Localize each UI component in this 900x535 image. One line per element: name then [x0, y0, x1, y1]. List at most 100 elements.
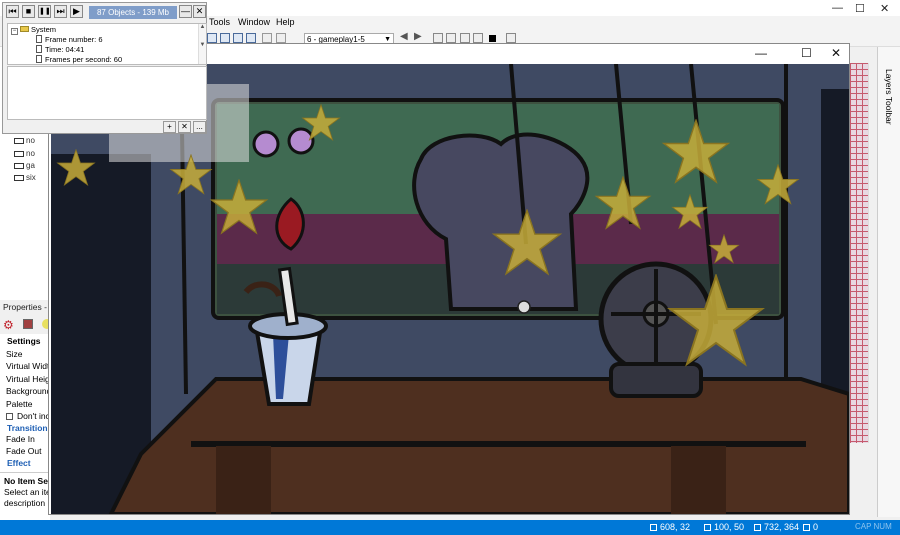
debugger-scrollbar[interactable]: ▲ ▼	[198, 24, 206, 64]
debugger-close-button[interactable]: ✕	[193, 5, 206, 18]
folder-icon	[20, 26, 29, 32]
prev-frame-icon[interactable]: ◀	[400, 31, 408, 42]
table-leg	[671, 446, 726, 514]
tree-item-label: ga	[26, 161, 35, 170]
status-size-value: 100, 50	[714, 522, 745, 532]
settings-icon[interactable]	[506, 33, 516, 43]
zoom-icon[interactable]	[262, 33, 272, 43]
collapse-icon[interactable]: −	[11, 28, 18, 35]
ide-minimize-button[interactable]: —	[832, 2, 843, 14]
debugger-window[interactable]: ⏮ ■ ❚❚ ⏭ ▶ 87 Objects - 139 Mb — ✕ − Syst…	[2, 2, 207, 134]
tree-row[interactable]: Frame number: 6	[36, 35, 103, 44]
count-icon	[803, 524, 810, 531]
statusbar: 608, 32 100, 50 732, 364 0 CAP NUM	[0, 520, 900, 535]
position-icon	[754, 524, 761, 531]
editor-grid	[850, 63, 868, 443]
prop-virtual-width[interactable]: Virtual Width	[6, 361, 50, 371]
status-cursor-value: 608, 32	[660, 522, 691, 532]
frame-icon[interactable]	[433, 33, 443, 43]
document-icon	[36, 55, 42, 63]
delete-button[interactable]: ✕	[178, 121, 191, 133]
tree-item[interactable]: ga	[14, 161, 35, 170]
pause-icon[interactable]: ❚❚	[38, 5, 51, 18]
prop-background[interactable]: Background	[6, 386, 50, 396]
tree-row[interactable]: Frames per second: 60	[36, 55, 122, 64]
tree-item-label: six	[26, 173, 36, 182]
status-position: 732, 364	[754, 522, 799, 532]
size-icon	[704, 524, 711, 531]
next-frame-icon[interactable]: ▶	[414, 31, 422, 42]
step-icon[interactable]: ⏭	[54, 5, 67, 18]
tree-item[interactable]: six	[14, 173, 36, 182]
list-view-icon[interactable]	[246, 33, 256, 43]
menu-window[interactable]: Window	[238, 17, 270, 27]
game-maximize-button[interactable]: ☐	[801, 46, 812, 60]
tree-row-label: Time: 04:41	[45, 45, 85, 54]
grid-view-icon[interactable]	[220, 33, 230, 43]
status-keys: CAP NUM	[855, 522, 892, 531]
tree-row[interactable]: Time: 04:41	[36, 45, 84, 54]
ide-close-button[interactable]: ✕	[880, 2, 889, 15]
frame-icon[interactable]	[446, 33, 456, 43]
no-item-title: No Item Selected	[4, 476, 50, 486]
more-button[interactable]: ...	[193, 121, 206, 133]
document-icon	[36, 35, 42, 43]
menu-tools[interactable]: Tools	[209, 17, 230, 27]
tree-root[interactable]: − System	[11, 25, 56, 35]
play-icon[interactable]: ▶	[70, 5, 83, 18]
frame-icon[interactable]	[473, 33, 483, 43]
grid-snap-icon[interactable]	[233, 33, 243, 43]
fan-base	[609, 362, 703, 398]
debugger-toolbar: ⏮ ■ ❚❚ ⏭ ▶ 87 Objects - 139 Mb — ✕	[3, 3, 206, 22]
add-button[interactable]: +	[163, 121, 176, 133]
tree-item[interactable]: no	[14, 136, 35, 145]
debugger-status: 87 Objects - 139 Mb	[89, 6, 177, 19]
color-icon[interactable]	[489, 35, 496, 42]
document-icon	[36, 45, 42, 53]
prop-dont-include[interactable]: Don't include	[6, 411, 50, 421]
events-icon[interactable]	[23, 319, 33, 329]
debugger-edit-area[interactable]	[7, 66, 207, 120]
tree-row-label: Frames per second: 60	[45, 55, 123, 64]
tree-item-label: no	[26, 149, 35, 158]
ide-maximize-button[interactable]: ☐	[855, 2, 865, 15]
debugger-tree: − System Frame number: 6 Time: 04:41 Fram…	[7, 23, 207, 65]
tree-row-label: Frame number: 6	[45, 35, 103, 44]
checkbox-icon[interactable]	[6, 413, 13, 420]
game-close-button[interactable]: ✕	[831, 46, 841, 60]
prop-virtual-height[interactable]: Virtual Height	[6, 374, 50, 384]
prop-fade-in[interactable]: Fade In	[6, 434, 35, 444]
glasses-lens	[287, 127, 315, 155]
table-leg	[216, 446, 271, 514]
debugger-minimize-button[interactable]: —	[179, 5, 192, 18]
status-position-value: 732, 364	[764, 522, 800, 532]
prop-settings: Settings	[7, 336, 41, 346]
cursor-icon	[650, 524, 657, 531]
properties-title: Properties -	[3, 302, 47, 312]
menu-help[interactable]: Help	[276, 17, 295, 27]
prop-fade-out[interactable]: Fade Out	[6, 446, 41, 456]
restart-icon[interactable]: ⏮	[6, 5, 19, 18]
prop-dont-include-label: Don't include	[17, 411, 50, 421]
prop-effect: Effect	[7, 458, 31, 468]
zoom-out-icon[interactable]	[276, 33, 286, 43]
tree-item[interactable]: no	[14, 149, 35, 158]
grid-view-icon[interactable]	[207, 33, 217, 43]
vertical-scrollbar[interactable]	[868, 63, 877, 443]
frame-icon	[14, 137, 24, 144]
prop-palette[interactable]: Palette	[6, 399, 32, 409]
glasses-lens	[252, 130, 280, 158]
gear-icon[interactable]: ⚙	[3, 318, 14, 332]
prop-size[interactable]: Size	[6, 349, 23, 359]
frame-icon	[14, 162, 24, 169]
game-minimize-button[interactable]: —	[755, 46, 767, 60]
right-doorway	[821, 89, 849, 419]
layers-toolbar: Layers Toolbar	[877, 47, 900, 517]
cursor-icon	[517, 300, 531, 314]
frame-icon	[14, 174, 24, 181]
tree-root-label: System	[31, 25, 57, 34]
debugger-bottom-bar: + ✕ ...	[7, 121, 207, 134]
frame-icon[interactable]	[460, 33, 470, 43]
stop-icon[interactable]: ■	[22, 5, 35, 18]
status-count: 0	[803, 522, 818, 532]
